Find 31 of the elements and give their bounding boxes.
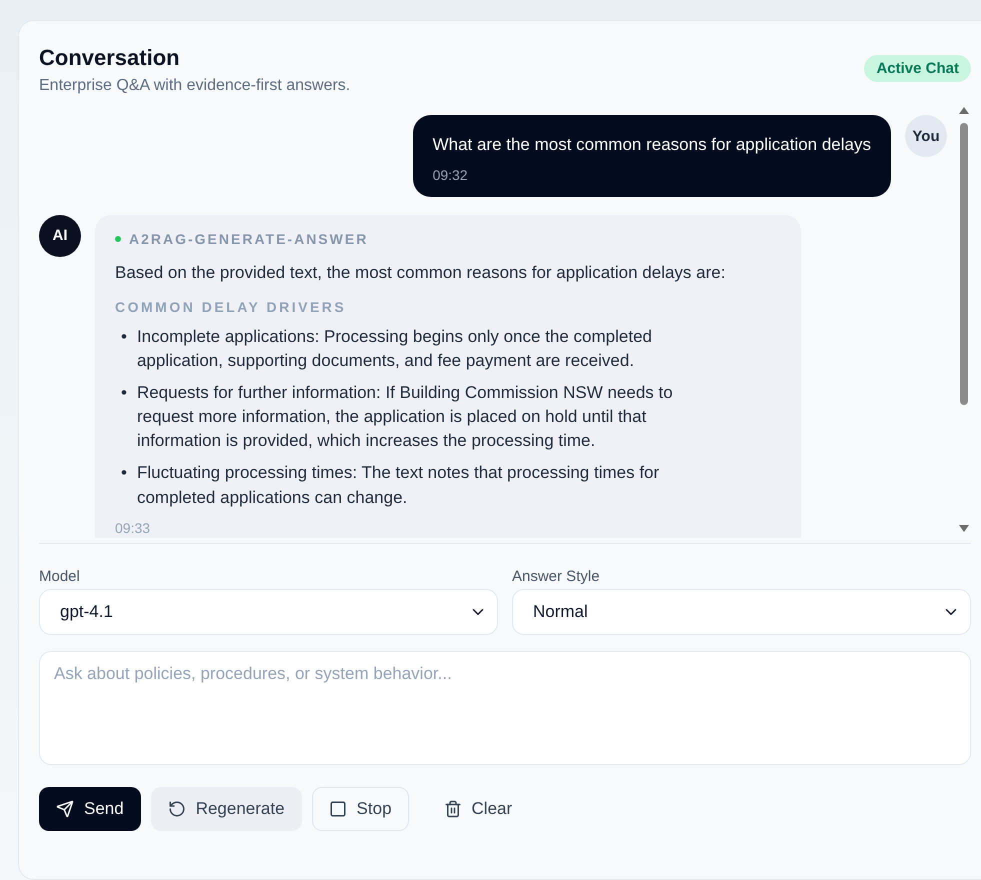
- assistant-avatar: AI: [39, 214, 81, 257]
- panel-subtitle: Enterprise Q&A with evidence-first answers.: [39, 77, 350, 95]
- message-text: What are the most common reasons for application delays: [432, 134, 871, 156]
- stop-button[interactable]: Stop: [312, 787, 409, 831]
- dropdown[interactable]: gpt-4.1: [39, 589, 498, 635]
- send-icon: [56, 800, 74, 818]
- bullet-item: Requests for further information: If Building Commission NSW needs to request more information, the application is placed on hold until that information is provided, which increases the processing time.: [136, 382, 674, 452]
- user-avatar: You: [905, 115, 947, 157]
- message-input[interactable]: Ask about policies, procedures, or system behavior...: [39, 651, 971, 765]
- bullet-marker: •: [121, 382, 127, 404]
- bullet-marker: •: [121, 462, 127, 484]
- bullet-marker: •: [121, 326, 127, 348]
- source-label: A2RAG-GENERATE-ANSWER: [129, 230, 368, 247]
- panel-title: Conversation: [39, 45, 181, 71]
- dropdown[interactable]: Normal: [512, 589, 971, 635]
- status-dot: [115, 236, 121, 242]
- clear-button[interactable]: Clear: [418, 787, 530, 831]
- field-label: Answer Style: [512, 568, 601, 585]
- section-heading: COMMON DELAY DRIVERS: [115, 298, 348, 315]
- rotate-icon: [168, 800, 186, 818]
- message-time: 09:32: [432, 166, 469, 183]
- answer-intro: Based on the provided text, the most common reasons for application delays are:: [115, 262, 726, 283]
- bullet-item: Fluctuating processing times: The text notes that processing times for completed applications can change.: [136, 462, 660, 509]
- bullet-item: Incomplete applications: Processing begins only once the completed application, supporting documents, and fee payment are received.: [136, 326, 653, 372]
- send-button[interactable]: Send: [39, 787, 141, 831]
- trash-icon: [444, 800, 462, 818]
- field-label: Model: [39, 568, 81, 585]
- square-icon: [328, 800, 347, 818]
- message-time: 09:33: [115, 520, 152, 536]
- regenerate-button[interactable]: Regenerate: [150, 787, 302, 831]
- status-badge: Active Chat: [864, 55, 971, 82]
